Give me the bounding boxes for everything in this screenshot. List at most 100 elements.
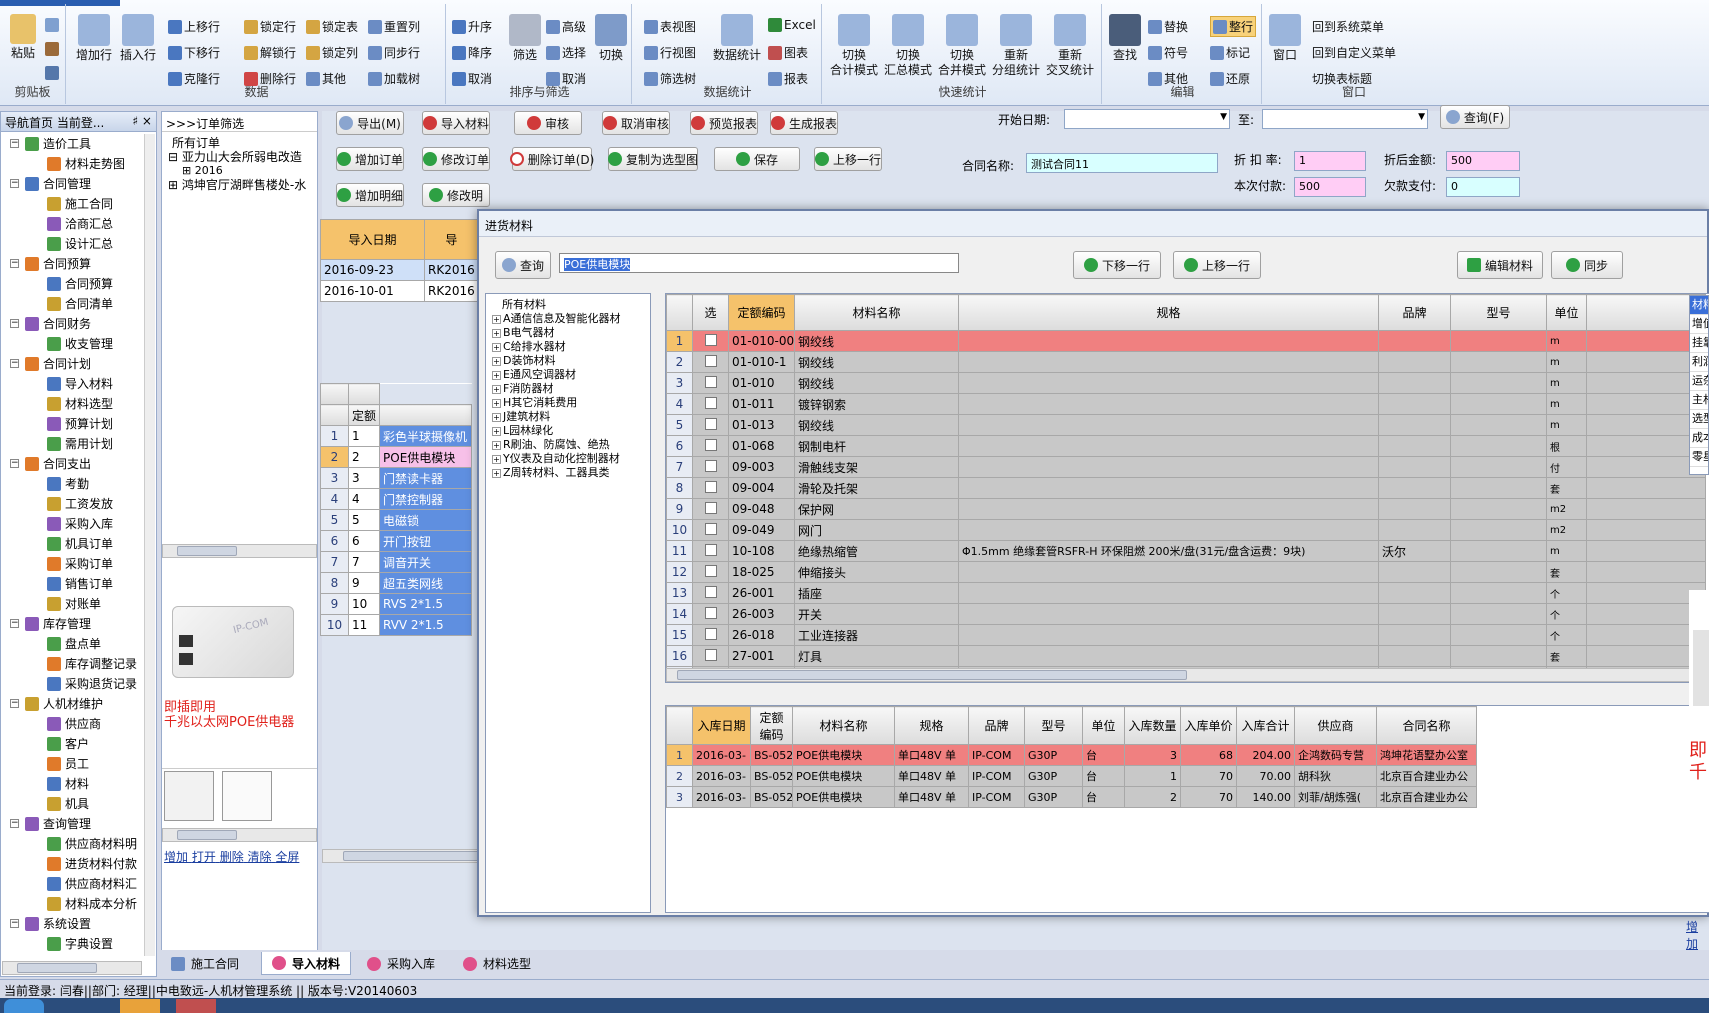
table-cell[interactable] bbox=[1378, 624, 1451, 646]
nav-item[interactable]: 洽商汇总 bbox=[1, 214, 144, 234]
column-header[interactable]: 材料名称 bbox=[794, 294, 959, 331]
toggle-button[interactable]: 切换 bbox=[594, 14, 628, 63]
delete-link[interactable]: 删除 bbox=[220, 850, 244, 864]
row-view-button[interactable]: 行视图 bbox=[644, 44, 696, 61]
insert-row-button[interactable]: 插入行 bbox=[118, 14, 158, 63]
sort-asc-button[interactable]: 升序 bbox=[452, 18, 492, 35]
table-cell[interactable] bbox=[1378, 561, 1451, 583]
table-cell[interactable] bbox=[958, 351, 1379, 373]
col-import-date[interactable]: 导入日期 bbox=[320, 219, 425, 260]
select-cell[interactable] bbox=[692, 477, 729, 499]
nav-group[interactable]: − 人机材维护 bbox=[1, 694, 144, 714]
symbol-button[interactable]: 符号 bbox=[1148, 44, 1188, 61]
sum-mode-button[interactable]: 切换 合计模式 bbox=[828, 14, 880, 78]
column-header[interactable]: 材料名称 bbox=[792, 706, 895, 745]
cancel-audit-button[interactable]: 取消审核 bbox=[602, 111, 670, 135]
thumbnail-image[interactable] bbox=[164, 771, 214, 821]
data-stats-button[interactable]: 数据统计 bbox=[712, 14, 762, 63]
tree-category[interactable]: + D装饰材料 bbox=[486, 354, 650, 368]
expand-icon[interactable]: + bbox=[492, 398, 501, 408]
table-cell[interactable]: 5 bbox=[320, 509, 349, 531]
table-cell[interactable]: 09-048 bbox=[728, 498, 795, 520]
column-header[interactable]: 供应商 bbox=[1294, 706, 1377, 745]
table-cell[interactable]: 01-011 bbox=[728, 393, 795, 415]
table-cell[interactable]: 7 bbox=[320, 551, 349, 573]
table-cell[interactable] bbox=[1378, 582, 1451, 604]
table-cell[interactable] bbox=[1378, 435, 1451, 457]
table-cell[interactable] bbox=[958, 561, 1379, 583]
table-cell[interactable] bbox=[1450, 435, 1547, 457]
nav-item[interactable]: 考勤 bbox=[1, 474, 144, 494]
table-cell[interactable]: G30P bbox=[1024, 765, 1083, 787]
table-cell[interactable] bbox=[1378, 330, 1451, 352]
table-cell[interactable]: 门禁读卡器 bbox=[379, 467, 473, 489]
nav-item[interactable]: 员工 bbox=[1, 754, 144, 774]
nav-item[interactable]: 供应商 bbox=[1, 714, 144, 734]
table-cell[interactable]: G30P bbox=[1024, 786, 1083, 808]
filter-button[interactable]: 筛选 bbox=[508, 14, 542, 63]
row-checkbox[interactable] bbox=[704, 375, 717, 388]
nav-item[interactable]: 材料成本分析 bbox=[1, 894, 144, 914]
select-cell[interactable] bbox=[692, 540, 729, 562]
select-cell[interactable] bbox=[692, 435, 729, 457]
table-cell[interactable] bbox=[1450, 540, 1547, 562]
edit-order-button[interactable]: 修改订单 bbox=[422, 147, 490, 171]
select-cell[interactable] bbox=[692, 498, 729, 520]
nav-item[interactable]: 采购退货记录 bbox=[1, 674, 144, 694]
table-row[interactable]: 10 11 RVV 2*1.5 bbox=[320, 614, 473, 636]
table-cell[interactable]: m2 bbox=[1546, 498, 1587, 520]
select-cell[interactable] bbox=[692, 624, 729, 646]
table-cell[interactable]: m bbox=[1546, 540, 1587, 562]
table-cell[interactable] bbox=[958, 435, 1379, 457]
right-list-item[interactable]: 运杂 bbox=[1690, 372, 1708, 391]
table-row[interactable]: 5 5 电磁锁 bbox=[320, 509, 473, 531]
table-cell[interactable]: 套 bbox=[1546, 477, 1587, 499]
tab-material-selection[interactable]: 材料选型 bbox=[453, 952, 541, 975]
column-header[interactable]: 定额编码 bbox=[750, 706, 793, 745]
table-cell[interactable]: 10 bbox=[347, 593, 381, 615]
table-cell[interactable]: 2016-10-01 bbox=[320, 280, 425, 302]
table-cell[interactable] bbox=[1450, 603, 1547, 625]
nav-scrollbar[interactable] bbox=[144, 134, 155, 956]
table-cell[interactable]: 09-004 bbox=[728, 477, 795, 499]
table-cell[interactable]: 9 bbox=[320, 593, 349, 615]
table-cell[interactable]: BS-052 bbox=[750, 744, 793, 766]
tree-year[interactable]: ⊞ 2016 bbox=[168, 164, 311, 178]
table-cell[interactable]: POE供电模块 bbox=[379, 446, 473, 468]
select-cell[interactable] bbox=[692, 603, 729, 625]
table-row[interactable]: 2 2016-03- BS-052 POE供电模块 单口48V 单 IP-COM G30P 台… bbox=[666, 765, 1477, 787]
table-cell[interactable]: 北京百合建业办公 bbox=[1376, 765, 1477, 787]
add-order-button[interactable]: 增加订单 bbox=[336, 147, 404, 171]
table-cell[interactable] bbox=[1378, 393, 1451, 415]
select-cell[interactable] bbox=[692, 561, 729, 583]
column-header[interactable]: 定额编码 bbox=[728, 294, 795, 331]
tree-category[interactable]: + F消防器材 bbox=[486, 382, 650, 396]
table-cell[interactable] bbox=[1378, 477, 1451, 499]
delete-order-button[interactable]: 删除订单(D) bbox=[509, 147, 594, 171]
table-cell[interactable]: 钢绞线 bbox=[794, 372, 959, 394]
table-cell[interactable] bbox=[958, 498, 1379, 520]
nav-item[interactable]: 客户 bbox=[1, 734, 144, 754]
audit-button[interactable]: 审核 bbox=[514, 111, 582, 135]
table-cell[interactable]: 沃尔 bbox=[1378, 540, 1451, 562]
row-checkbox[interactable] bbox=[704, 648, 717, 661]
table-row[interactable]: 2 01-010-1 钢绞线 m bbox=[666, 351, 1706, 373]
table-cell[interactable]: 根 bbox=[1546, 435, 1587, 457]
move-down-row-button[interactable]: 下移一行 bbox=[1073, 251, 1161, 279]
table-cell[interactable]: m bbox=[1546, 393, 1587, 415]
column-header[interactable]: 入库合计 bbox=[1236, 706, 1295, 745]
save-button[interactable]: 保存 bbox=[714, 147, 800, 171]
table-row[interactable]: 2016-10-01 RK2016 bbox=[320, 280, 479, 302]
nav-item[interactable]: 盘点单 bbox=[1, 634, 144, 654]
table-cell[interactable] bbox=[958, 582, 1379, 604]
table-cell[interactable]: 伸缩接头 bbox=[794, 561, 959, 583]
table-cell[interactable] bbox=[1450, 561, 1547, 583]
tree-root[interactable]: 所有材料 bbox=[486, 298, 650, 312]
row-checkbox[interactable] bbox=[704, 501, 717, 514]
sync-row-button[interactable]: 同步行 bbox=[368, 44, 420, 61]
nav-group[interactable]: − 合同计划 bbox=[1, 354, 144, 374]
nav-item[interactable]: 设计汇总 bbox=[1, 234, 144, 254]
table-cell[interactable]: POE供电模块 bbox=[792, 786, 895, 808]
format-painter-icon[interactable] bbox=[45, 66, 59, 80]
table-cell[interactable]: 个 bbox=[1546, 624, 1587, 646]
